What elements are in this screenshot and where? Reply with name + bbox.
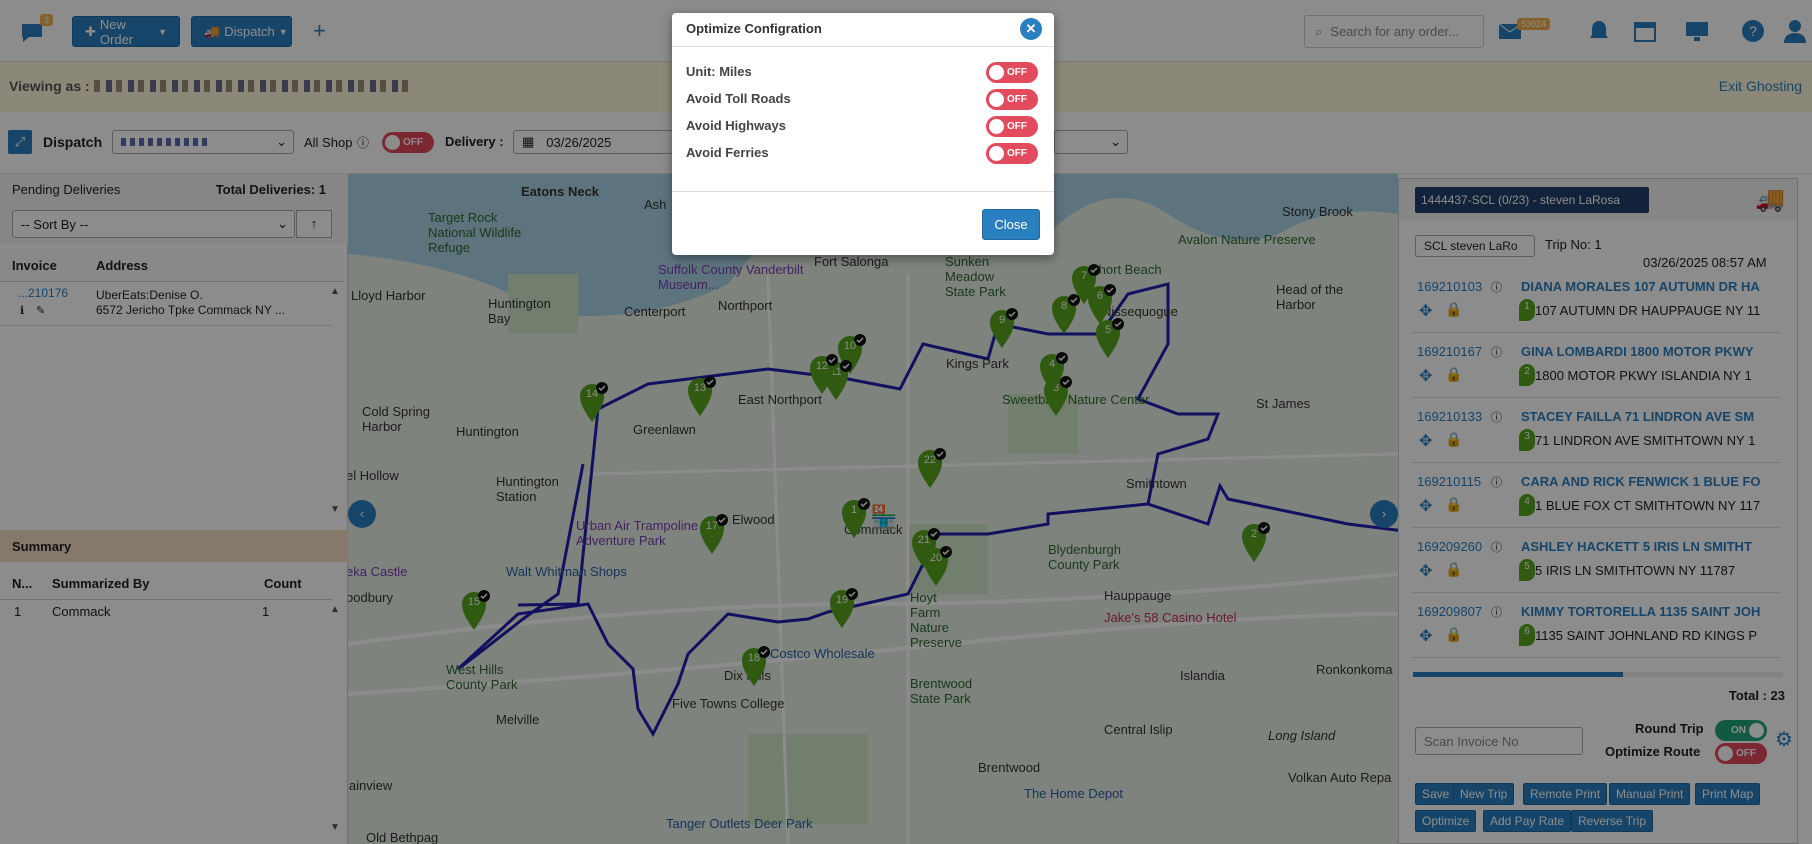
modal-option-row: Avoid Toll Roads OFF [686, 89, 1040, 111]
modal-option-label: Avoid Ferries [686, 145, 769, 160]
modal-option-row: Unit: Miles OFF [686, 62, 1040, 84]
modal-divider [672, 191, 1054, 192]
modal-option-label: Avoid Toll Roads [686, 91, 791, 106]
toggle-knob [989, 92, 1004, 107]
optimize-config-modal: Optimize Configration ✕ Unit: Miles OFF … [672, 13, 1054, 255]
modal-option-label: Unit: Miles [686, 64, 752, 79]
modal-option-toggle[interactable]: OFF [986, 89, 1038, 110]
app-root: 3 ✚ New Order ▼ 🚚 Dispatch ▼ + ⌕ Search … [0, 0, 1812, 844]
modal-close-button[interactable]: Close [982, 209, 1040, 240]
modal-option-toggle[interactable]: OFF [986, 143, 1038, 164]
modal-option-row: Avoid Highways OFF [686, 116, 1040, 138]
modal-option-toggle[interactable]: OFF [986, 62, 1038, 83]
modal-option-label: Avoid Highways [686, 118, 786, 133]
modal-option-toggle-state: OFF [1007, 67, 1027, 78]
modal-header: Optimize Configration ✕ [672, 13, 1054, 47]
toggle-knob [989, 146, 1004, 161]
close-icon[interactable]: ✕ [1020, 18, 1042, 40]
modal-option-toggle-state: OFF [1007, 94, 1027, 105]
toggle-knob [989, 65, 1004, 80]
modal-option-toggle-state: OFF [1007, 148, 1027, 159]
modal-option-row: Avoid Ferries OFF [686, 143, 1040, 165]
modal-option-toggle[interactable]: OFF [986, 116, 1038, 137]
modal-option-toggle-state: OFF [1007, 121, 1027, 132]
toggle-knob [989, 119, 1004, 134]
modal-title: Optimize Configration [686, 21, 822, 36]
